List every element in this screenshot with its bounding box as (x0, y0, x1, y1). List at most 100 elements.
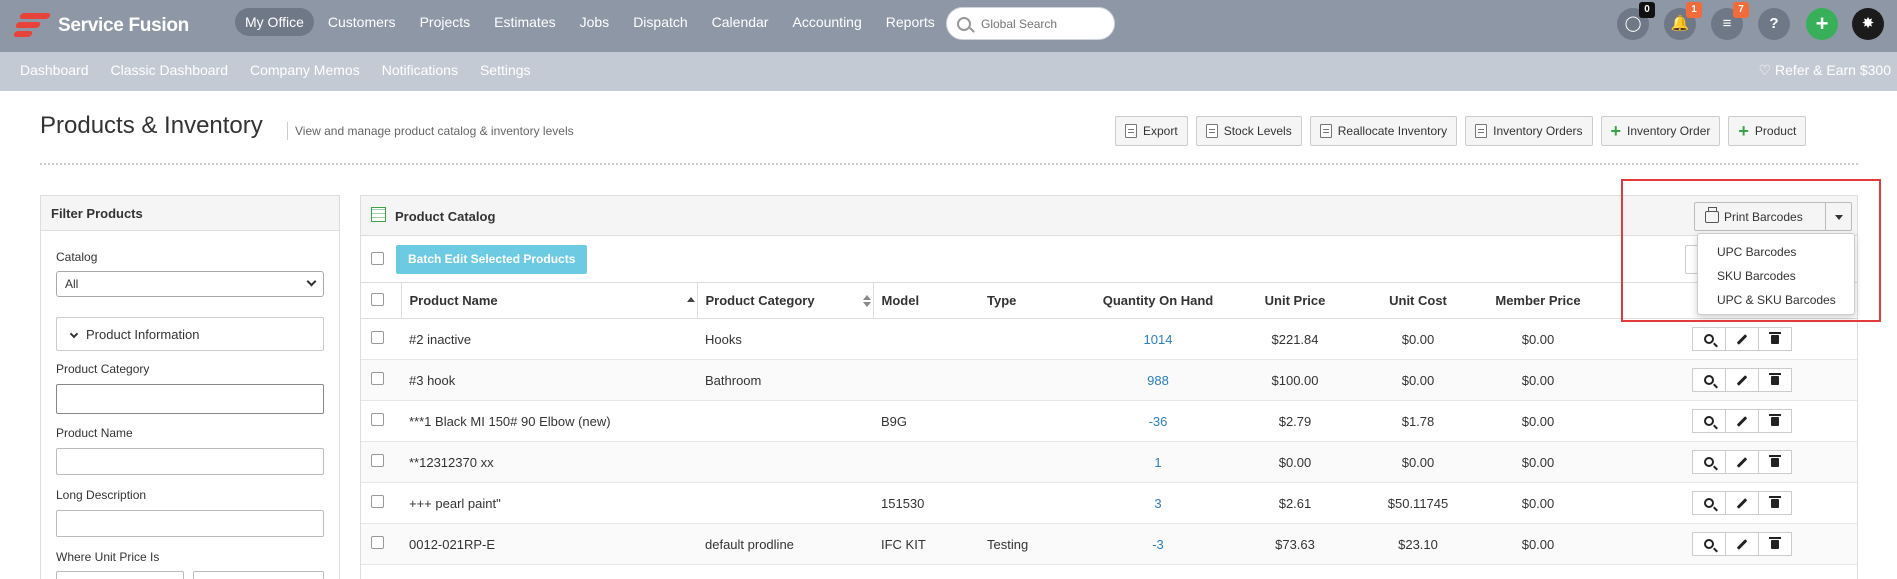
table-row[interactable]: ***1 Black MI 150# 90 Elbow (new) B9G -3… (361, 400, 1857, 442)
subnav-company-memos[interactable]: Company Memos (250, 62, 360, 78)
col-product-name-label: Product Name (409, 293, 498, 308)
delete-button[interactable] (1758, 327, 1792, 351)
subnav-classic-dashboard[interactable]: Classic Dashboard (111, 62, 229, 78)
nav-reports[interactable]: Reports (876, 8, 945, 36)
row-checkbox-cell (361, 482, 401, 524)
delete-button[interactable] (1758, 450, 1792, 474)
inventory-orders-button[interactable]: Inventory Orders (1465, 116, 1593, 146)
cell-model: B9G (873, 400, 979, 442)
cell-quantity-link[interactable]: 1014 (1083, 318, 1233, 360)
global-search-input[interactable] (981, 15, 1106, 33)
col-product-category[interactable]: Product Category (696, 282, 873, 319)
logo[interactable]: Service Fusion (12, 8, 189, 44)
col-member-price[interactable]: Member Price (1479, 282, 1597, 319)
edit-button[interactable] (1725, 491, 1759, 515)
row-checkbox[interactable] (371, 454, 384, 467)
table-row[interactable]: #2 inactive Hooks 1014 $221.84 $0.00 $0.… (361, 318, 1857, 360)
row-checkbox[interactable] (371, 413, 384, 426)
cell-member-price: $0.00 (1479, 400, 1597, 442)
global-search[interactable] (946, 7, 1115, 40)
notifications-button[interactable]: 🔔 1 (1664, 2, 1702, 40)
cell-product-name: #3 hook (401, 359, 697, 401)
stock-levels-button[interactable]: Stock Levels (1195, 116, 1302, 146)
select-all-checkbox-top[interactable] (371, 252, 384, 265)
delete-button[interactable] (1758, 491, 1792, 515)
product-name-input[interactable] (56, 448, 324, 475)
table-row[interactable]: 0012-021RP-E default prodline IFC KIT Te… (361, 523, 1857, 565)
edit-button[interactable] (1725, 450, 1759, 474)
delete-button[interactable] (1758, 409, 1792, 433)
cell-quantity-link[interactable]: -3 (1083, 523, 1233, 565)
row-checkbox[interactable] (371, 331, 384, 344)
refer-link[interactable]: ♡ Refer & Earn $300 (1759, 62, 1891, 79)
delete-button[interactable] (1758, 532, 1792, 556)
add-button[interactable]: + (1806, 8, 1838, 40)
edit-button[interactable] (1725, 409, 1759, 433)
table-row[interactable]: #3 hook Bathroom 988 $100.00 $0.00 $0.00 (361, 359, 1857, 401)
table-row[interactable]: +++ pearl paint" 151530 3 $2.61 $50.1174… (361, 482, 1857, 524)
nav-customers[interactable]: Customers (318, 8, 406, 36)
cell-type (979, 400, 1083, 442)
add-product-button[interactable]: + Product (1728, 116, 1807, 146)
help-button[interactable]: ? (1758, 8, 1790, 40)
edit-button[interactable] (1725, 532, 1759, 556)
col-product-category-label: Product Category (705, 293, 815, 308)
long-description-input[interactable] (56, 510, 324, 537)
product-information-toggle[interactable]: Product Information (56, 317, 324, 351)
chat-button[interactable]: ◯ 0 (1617, 2, 1655, 40)
col-model[interactable]: Model (872, 282, 979, 319)
view-button[interactable] (1692, 368, 1726, 392)
view-button[interactable] (1692, 327, 1726, 351)
nav-jobs[interactable]: Jobs (570, 8, 620, 36)
select-all-checkbox[interactable] (371, 292, 384, 306)
pencil-icon (1736, 456, 1748, 468)
unit-price-input[interactable] (193, 571, 324, 579)
cell-quantity-link[interactable]: -36 (1083, 400, 1233, 442)
reallocate-inventory-button[interactable]: Reallocate Inventory (1309, 116, 1458, 146)
tasks-button[interactable]: ≡ 7 (1711, 2, 1749, 40)
edit-button[interactable] (1725, 368, 1759, 392)
delete-button[interactable] (1758, 368, 1792, 392)
view-button[interactable] (1692, 491, 1726, 515)
export-button[interactable]: Export (1115, 116, 1188, 146)
nav-calendar[interactable]: Calendar (702, 8, 779, 36)
unit-price-operator-select[interactable] (56, 571, 184, 579)
product-category-input[interactable] (56, 384, 324, 414)
col-unit-cost[interactable]: Unit Cost (1357, 282, 1479, 319)
cell-quantity-link[interactable]: 988 (1083, 359, 1233, 401)
col-product-name[interactable]: Product Name (400, 282, 697, 319)
cell-actions (1597, 523, 1857, 565)
nav-accounting[interactable]: Accounting (782, 8, 871, 36)
row-checkbox[interactable] (371, 536, 384, 549)
pencil-icon (1736, 497, 1748, 509)
cell-quantity-link[interactable]: 1 (1083, 441, 1233, 483)
search-icon (1704, 334, 1714, 344)
cell-quantity-link[interactable]: 3 (1083, 482, 1233, 524)
edit-button[interactable] (1725, 327, 1759, 351)
nav-projects[interactable]: Projects (410, 8, 481, 36)
col-quantity-on-hand[interactable]: Quantity On Hand (1083, 282, 1233, 319)
row-checkbox[interactable] (371, 372, 384, 385)
subnav-notifications[interactable]: Notifications (382, 62, 458, 78)
cell-type (979, 482, 1083, 524)
row-checkbox[interactable] (371, 495, 384, 508)
nav-my-office[interactable]: My Office (235, 8, 314, 36)
user-avatar[interactable]: ✸ (1852, 8, 1884, 40)
nav-dispatch[interactable]: Dispatch (623, 8, 697, 36)
view-button[interactable] (1692, 532, 1726, 556)
view-button[interactable] (1692, 450, 1726, 474)
cell-unit-price: $221.84 (1233, 318, 1357, 360)
subnav-settings[interactable]: Settings (480, 62, 531, 78)
col-unit-price[interactable]: Unit Price (1233, 282, 1357, 319)
col-type[interactable]: Type (979, 282, 1083, 319)
table-row[interactable]: **12312370 xx 1 $0.00 $0.00 $0.00 (361, 441, 1857, 483)
batch-edit-button[interactable]: Batch Edit Selected Products (396, 245, 588, 274)
product-category-label: Product Category (56, 362, 150, 376)
nav-estimates[interactable]: Estimates (484, 8, 565, 36)
catalog-select[interactable]: All (56, 271, 324, 297)
cell-type (979, 359, 1083, 401)
trash-icon (1769, 372, 1781, 385)
add-inventory-order-button[interactable]: + Inventory Order (1600, 116, 1721, 146)
view-button[interactable] (1692, 409, 1726, 433)
subnav-dashboard[interactable]: Dashboard (20, 62, 89, 78)
